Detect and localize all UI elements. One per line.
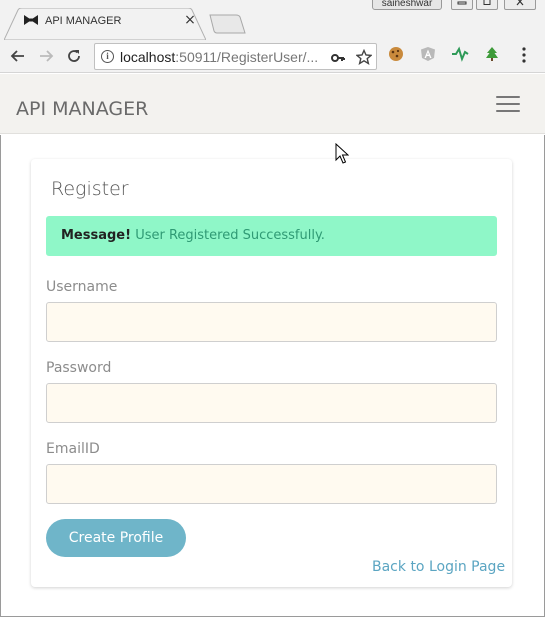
alert-prefix: Message! bbox=[61, 228, 132, 243]
info-icon[interactable]: i bbox=[101, 50, 114, 63]
cookie-extension-icon[interactable] bbox=[387, 46, 405, 64]
star-icon[interactable] bbox=[355, 47, 373, 69]
username-input[interactable] bbox=[46, 302, 497, 342]
password-input[interactable] bbox=[46, 383, 497, 423]
profile-chip[interactable]: saineshwar bbox=[372, 0, 442, 10]
alert-message: User Registered Successfully. bbox=[135, 228, 325, 243]
minimize-button[interactable] bbox=[451, 0, 473, 10]
tab-close-icon[interactable]: × bbox=[183, 12, 197, 28]
mouse-cursor-icon bbox=[335, 143, 349, 164]
key-icon[interactable] bbox=[331, 48, 345, 70]
pulse-extension-icon[interactable] bbox=[451, 46, 469, 64]
brand-title[interactable]: API MANAGER bbox=[16, 97, 148, 121]
angular-extension-icon[interactable] bbox=[419, 46, 437, 64]
hamburger-icon[interactable] bbox=[496, 96, 522, 114]
username-label: Username bbox=[46, 279, 118, 295]
address-bar[interactable]: i localhost:50911/RegisterUser/... bbox=[94, 43, 377, 70]
email-label: EmailID bbox=[46, 441, 100, 457]
password-label: Password bbox=[46, 360, 112, 376]
email-input[interactable] bbox=[46, 464, 497, 504]
browser-titlebar: API MANAGER × saineshwar bbox=[0, 0, 545, 40]
close-window-button[interactable] bbox=[504, 0, 536, 10]
bowtie-icon bbox=[23, 14, 39, 28]
tab-title: API MANAGER bbox=[45, 15, 122, 27]
reload-icon[interactable] bbox=[63, 45, 85, 67]
three-dots-icon[interactable] bbox=[516, 45, 532, 65]
arrow-left-icon[interactable] bbox=[7, 45, 29, 67]
arrow-right-icon[interactable] bbox=[35, 45, 57, 67]
create-profile-button[interactable]: Create Profile bbox=[46, 519, 186, 557]
maximize-button[interactable] bbox=[476, 0, 498, 10]
new-tab-button[interactable] bbox=[208, 14, 246, 34]
url-text: localhost:50911/RegisterUser/... bbox=[120, 49, 319, 65]
success-alert: Message! User Registered Successfully. bbox=[46, 216, 497, 256]
tree-extension-icon[interactable] bbox=[483, 46, 501, 64]
app-navbar: API MANAGER bbox=[0, 74, 545, 134]
card-title: Register bbox=[51, 178, 129, 200]
back-to-login-link[interactable]: Back to Login Page bbox=[372, 558, 505, 576]
